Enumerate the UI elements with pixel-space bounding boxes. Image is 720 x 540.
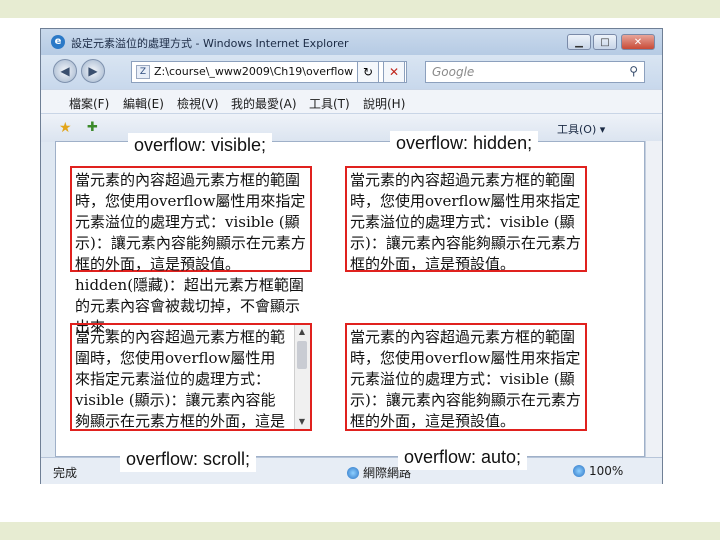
overflow-scroll-box[interactable]: 當元素的內容超過元素方框的範圍時，您使用overflow屬性用來指定元素溢位的處…	[70, 323, 312, 431]
search-icon[interactable]: ⚲	[629, 64, 638, 78]
search-placeholder: Google	[432, 65, 475, 79]
menu-help[interactable]: 說明(H)	[363, 95, 405, 112]
address-url: Z:\course\_www2009\Ch19\overflow	[154, 65, 354, 78]
tools-menu-button[interactable]: 工具(O) ▾	[557, 121, 605, 137]
menu-favorites[interactable]: 我的最愛(A)	[231, 95, 297, 112]
address-toolbar: ◀ ▶ Z Z:\course\_www2009\Ch19\overflow ↻…	[41, 55, 662, 89]
overflow-visible-box: 當元素的內容超過元素方框的範圍時，您使用overflow屬性用來指定元素溢位的處…	[70, 166, 312, 336]
overflow-auto-box[interactable]: 當元素的內容超過元素方框的範圍時，您使用overflow屬性用來指定元素溢位的處…	[345, 323, 587, 431]
maximize-button[interactable]: □	[593, 34, 617, 50]
scroll-box-scrollbar[interactable]: ▲ ▼	[294, 325, 310, 429]
menu-edit[interactable]: 編輯(E)	[123, 95, 164, 112]
forward-button[interactable]: ▶	[81, 59, 105, 83]
zoom-value: 100%	[589, 464, 624, 478]
hidden-box-text: 當元素的內容超過元素方框的範圍時，您使用overflow屬性用來指定元素溢位的處…	[350, 171, 581, 272]
scroll-thumb[interactable]	[297, 341, 307, 369]
scroll-down-arrow-icon[interactable]: ▼	[297, 417, 307, 427]
label-overflow-scroll: overflow: scroll;	[120, 447, 257, 472]
ie-logo-icon: e	[51, 35, 65, 49]
visible-box-text: 當元素的內容超過元素方框的範圍時，您使用overflow屬性用來指定元素溢位的處…	[75, 171, 306, 336]
menu-bar: 檔案(F) 編輯(E) 檢視(V) 我的最愛(A) 工具(T) 說明(H)	[41, 89, 662, 114]
top-decor-band	[0, 0, 720, 18]
close-button[interactable]: ✕	[621, 34, 655, 50]
menu-tools[interactable]: 工具(T)	[309, 95, 350, 112]
label-overflow-auto: overflow: auto;	[398, 445, 528, 470]
stop-button[interactable]: ✕	[383, 61, 405, 83]
refresh-button[interactable]: ↻	[357, 61, 379, 83]
bottom-decor-band	[0, 522, 720, 540]
favorites-star-icon[interactable]: ★	[59, 120, 72, 136]
back-button[interactable]: ◀	[53, 59, 77, 83]
window-title: 設定元素溢位的處理方式 - Windows Internet Explorer	[71, 37, 349, 50]
globe-icon	[347, 467, 359, 479]
add-favorite-icon[interactable]: ✚	[87, 120, 98, 135]
label-overflow-hidden: overflow: hidden;	[390, 131, 539, 156]
overflow-hidden-box: 當元素的內容超過元素方框的範圍時，您使用overflow屬性用來指定元素溢位的處…	[345, 166, 587, 272]
zoom-level[interactable]: 100%	[573, 464, 623, 478]
page-icon: Z	[136, 65, 150, 79]
scroll-box-text: 當元素的內容超過元素方框的範圍時，您使用overflow屬性用來指定元素溢位的處…	[75, 328, 286, 430]
search-input[interactable]: Google ⚲	[425, 61, 645, 83]
menu-view[interactable]: 檢視(V)	[177, 95, 219, 112]
menu-file[interactable]: 檔案(F)	[69, 95, 109, 112]
minimize-button[interactable]: ▁	[567, 34, 591, 50]
scroll-up-arrow-icon[interactable]: ▲	[297, 327, 307, 337]
page-scrollbar[interactable]	[645, 141, 662, 457]
title-bar: e 設定元素溢位的處理方式 - Windows Internet Explore…	[41, 29, 662, 55]
status-text: 完成	[53, 466, 78, 480]
auto-box-text: 當元素的內容超過元素方框的範圍時，您使用overflow屬性用來指定元素溢位的處…	[350, 328, 581, 430]
zoom-icon	[573, 465, 585, 477]
label-overflow-visible: overflow: visible;	[128, 133, 273, 158]
